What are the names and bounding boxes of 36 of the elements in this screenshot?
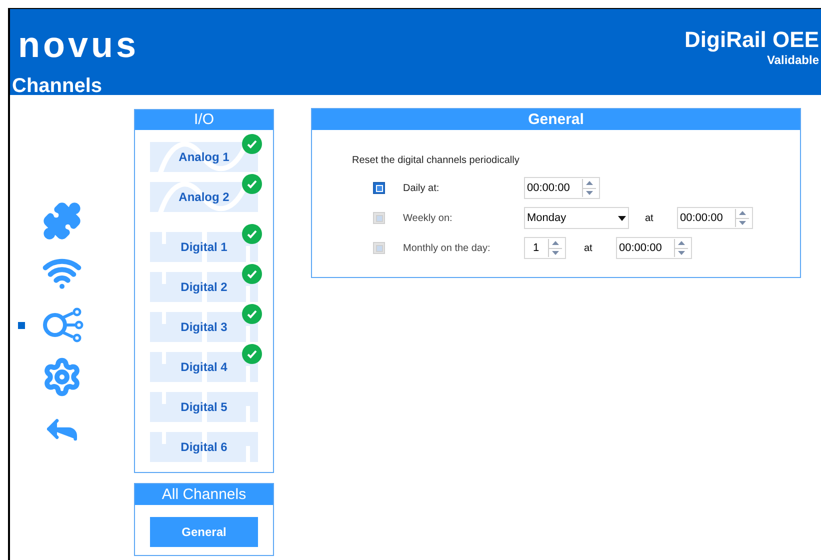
at-label: at	[584, 242, 594, 256]
option-label: Weekly on:	[403, 212, 454, 226]
channel-button[interactable]: General	[150, 517, 258, 547]
time-spin-field[interactable]: 00:00:00	[616, 237, 692, 259]
section-description: Reset the digital channels periodically	[352, 154, 520, 168]
logo: novus	[18, 27, 140, 63]
network-icon[interactable]	[40, 307, 84, 343]
checkbox[interactable]	[373, 182, 385, 194]
channel-button[interactable]: Analog 2	[150, 182, 258, 212]
time-spin-field[interactable]: 00:00:00	[677, 207, 753, 229]
day-spin-field[interactable]: 1	[524, 237, 566, 259]
product-subtitle: Validable	[766, 52, 819, 69]
spinner-arrows-icon[interactable]	[674, 239, 688, 257]
spinner-arrows-icon[interactable]	[582, 179, 596, 197]
spinner-arrows-icon[interactable]	[548, 239, 562, 257]
channel-button[interactable]: Digital 3	[150, 312, 258, 342]
spinner-arrows-icon[interactable]	[735, 209, 749, 227]
puzzle-icon[interactable]	[42, 201, 82, 241]
panel-title: All Channels	[135, 484, 273, 505]
channel-button[interactable]: Digital 4	[150, 352, 258, 382]
product-name: DigiRail OEE	[684, 29, 819, 51]
option-label: Daily at:	[403, 182, 440, 196]
channel-button[interactable]: Digital 6	[150, 432, 258, 462]
panel-title: I/O	[135, 110, 273, 130]
channel-button[interactable]: Digital 5	[150, 392, 258, 422]
channel-button[interactable]: Digital 2	[150, 272, 258, 302]
dropdown-caret-icon	[618, 216, 626, 220]
panel-title: General	[312, 109, 800, 130]
channel-button[interactable]: Analog 1	[150, 142, 258, 172]
weekday-dropdown[interactable]: Monday	[524, 207, 629, 229]
option-label: Monthly on the day:	[403, 242, 492, 256]
channel-button[interactable]: Digital 1	[150, 232, 258, 262]
gear-icon[interactable]	[42, 357, 82, 397]
page-title: Channels	[12, 74, 104, 99]
at-label: at	[645, 212, 654, 226]
time-spin-field[interactable]: 00:00:00	[524, 177, 600, 199]
